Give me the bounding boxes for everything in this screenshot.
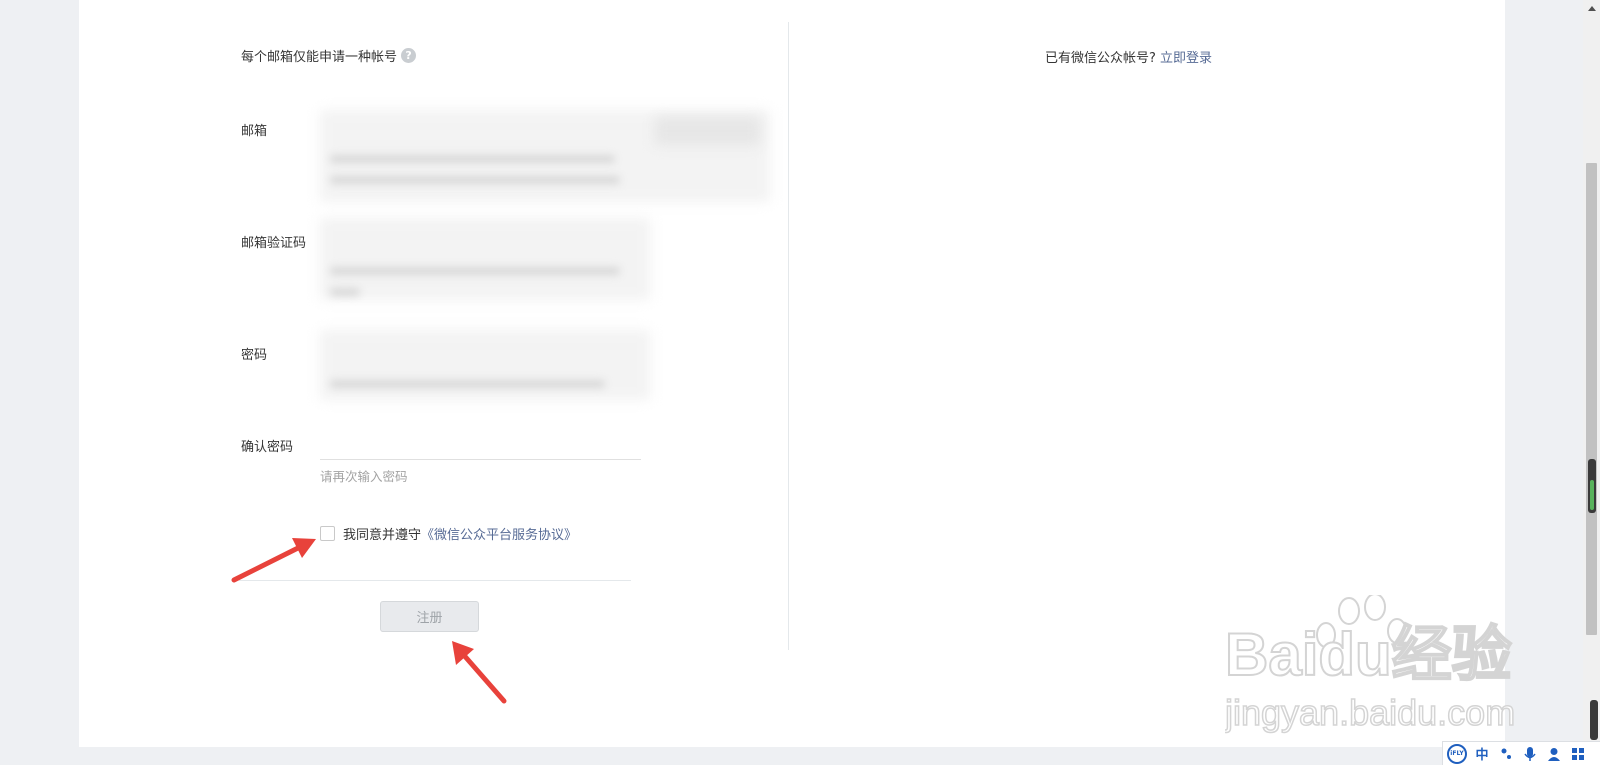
user-icon[interactable] — [1545, 745, 1563, 763]
confirm-password-input[interactable] — [320, 420, 641, 460]
email-tip-text: 每个邮箱仅能申请一种帐号 — [241, 50, 398, 65]
confirm-password-label: 确认密码 — [241, 440, 294, 455]
help-icon[interactable]: ? — [401, 48, 417, 63]
password-field-blurred[interactable] — [320, 330, 650, 400]
agreement-row: 我同意并遵守 《微信公众平台服务协议》 — [320, 524, 577, 543]
agreement-link[interactable]: 《微信公众平台服务协议》 — [421, 524, 577, 543]
login-question: 已有微信公众帐号? — [1045, 51, 1156, 66]
send-code-button-blurred[interactable] — [655, 117, 760, 145]
email-blurred-hint — [330, 176, 620, 184]
agree-text: 我同意并遵守 — [343, 528, 422, 543]
ime-mode-toggle[interactable]: 中 — [1473, 745, 1491, 763]
annotation-arrow-checkbox — [231, 538, 316, 583]
scrollbar-thumb[interactable] — [1586, 163, 1597, 635]
watermark-url: jingyan.baidu.com — [1225, 692, 1515, 733]
login-link[interactable]: 立即登录 — [1160, 51, 1212, 66]
email-code-blurred-hint — [330, 267, 620, 275]
baidu-watermark: Baidu经验 jingyan.baidu.com — [1225, 595, 1516, 734]
confirm-password-hint: 请再次输入密码 — [320, 469, 408, 484]
annotation-arrow-register — [452, 641, 507, 704]
ifly-logo-icon[interactable]: iFLY — [1447, 743, 1467, 764]
side-widget-indicator — [1590, 480, 1594, 510]
login-prompt: 已有微信公众帐号? 立即登录 — [1045, 47, 1212, 66]
email-code-label: 邮箱验证码 — [241, 236, 307, 251]
password-blurred-hint — [330, 380, 605, 388]
email-tip: 每个邮箱仅能申请一种帐号 ? — [241, 46, 417, 65]
ime-toolbar: iFLY 中 — [1442, 741, 1600, 765]
grid-icon[interactable] — [1569, 745, 1587, 763]
email-label: 邮箱 — [241, 124, 268, 139]
microphone-icon[interactable] — [1521, 745, 1539, 763]
vertical-divider — [788, 22, 789, 650]
watermark-brand: Baidu经验 — [1225, 621, 1512, 688]
password-label: 密码 — [241, 348, 268, 363]
punctuation-icon[interactable] — [1497, 745, 1515, 763]
register-button[interactable]: 注册 — [380, 601, 479, 632]
side-widget-lower[interactable] — [1590, 700, 1598, 740]
scroll-up-icon[interactable] — [1588, 6, 1596, 11]
email-code-blurred-hint-2 — [330, 288, 360, 296]
agree-checkbox[interactable] — [320, 526, 335, 541]
email-blurred-text — [330, 155, 615, 163]
email-code-field-blurred[interactable] — [320, 218, 650, 300]
